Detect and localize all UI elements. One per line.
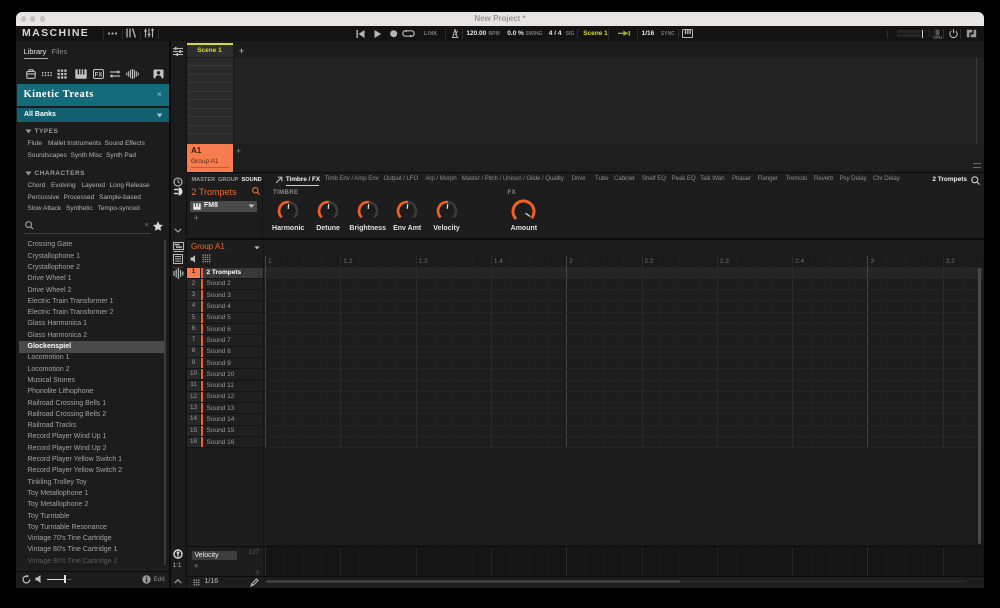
svg-text:FX: FX [94, 72, 102, 78]
